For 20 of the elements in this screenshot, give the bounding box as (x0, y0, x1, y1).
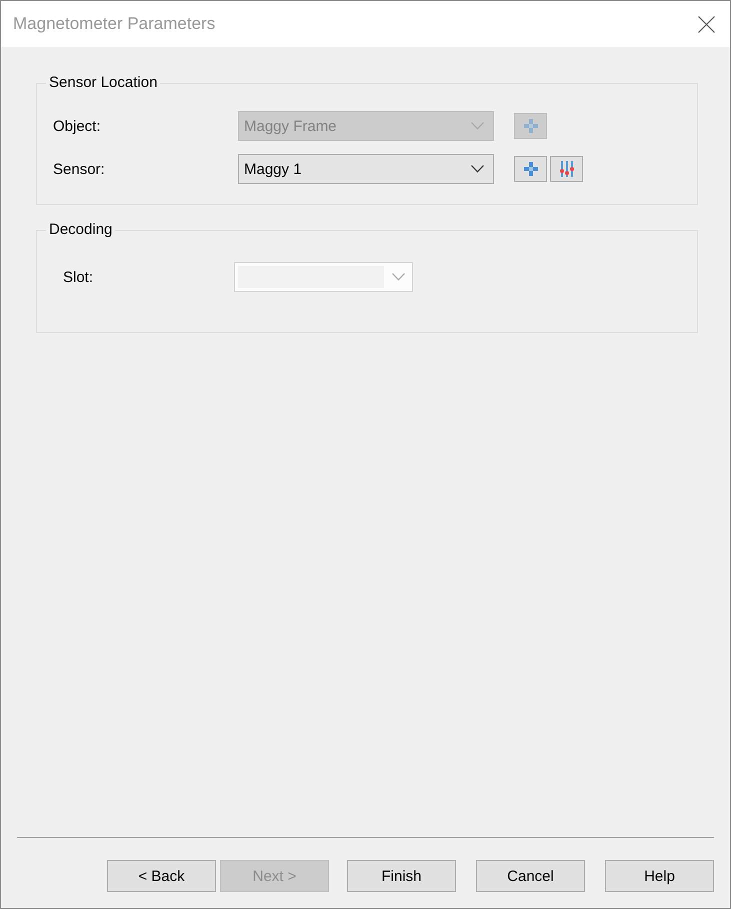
dropdown[interactable]: Maggy 1 (238, 154, 494, 184)
chevron-down-icon (471, 122, 484, 130)
chevron-down-icon (471, 165, 484, 173)
group-title: Decoding (48, 221, 114, 239)
close-icon (698, 16, 714, 32)
dialog-button[interactable]: Help (605, 860, 714, 892)
group-title: Sensor Location (48, 74, 158, 92)
field-label: Slot: (63, 268, 94, 286)
field-label: Object: (53, 118, 102, 134)
window-title: Magnetometer Parameters (13, 14, 216, 34)
settings-button[interactable] (550, 156, 583, 182)
chevron-down-icon (392, 273, 404, 281)
back-button[interactable]: < Back (107, 860, 216, 892)
dialog-button[interactable]: Cancel (476, 860, 585, 892)
add-button[interactable] (514, 156, 547, 182)
plus-icon (522, 160, 538, 178)
sliders-icon (558, 160, 574, 178)
plus-icon (522, 117, 538, 135)
field-label: Sensor: (53, 160, 106, 178)
dialog-button[interactable]: Finish (347, 860, 456, 892)
